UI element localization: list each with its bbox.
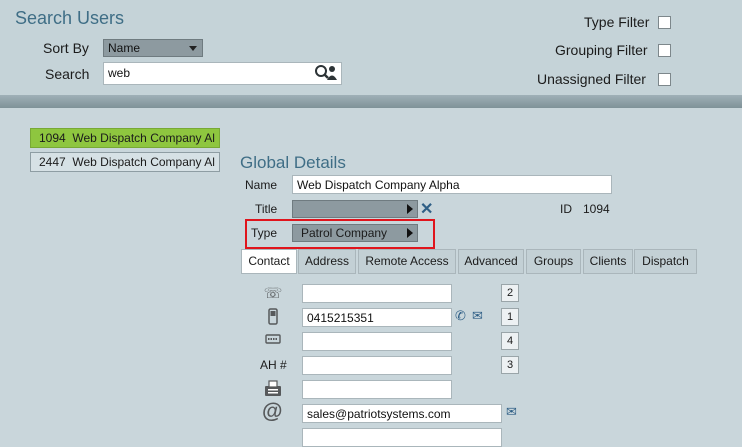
title-label: Title	[255, 202, 278, 216]
name-field[interactable]: Web Dispatch Company Alpha	[292, 175, 612, 194]
pager-field[interactable]	[302, 332, 452, 351]
type-filter-label: Type Filter	[584, 14, 650, 30]
search-title: Search Users	[15, 8, 125, 28]
email-at-icon: @	[262, 400, 283, 423]
type-filter-checkbox[interactable]	[658, 16, 671, 29]
tab-dispatch[interactable]: Dispatch	[634, 249, 697, 274]
clear-title-icon[interactable]: ✕	[420, 199, 433, 219]
search-label: Search	[45, 66, 90, 82]
sms-envelope-icon[interactable]: ✉	[472, 308, 483, 324]
result-name: Web Dispatch Company Al	[72, 155, 215, 169]
sort-by-label: Sort By	[43, 40, 89, 56]
sort-by-value: Name	[108, 41, 141, 55]
chevron-down-icon	[189, 46, 197, 51]
tab-advanced[interactable]: Advanced	[458, 249, 524, 274]
after-hours-label: AH #	[260, 358, 287, 372]
search-users-icon[interactable]	[314, 64, 338, 87]
send-email-icon[interactable]: ✉	[506, 404, 517, 420]
phone-priority[interactable]: 2	[501, 284, 519, 302]
panel-divider[interactable]	[0, 95, 742, 108]
phone-field[interactable]	[302, 284, 452, 303]
mobile-field[interactable]: 0415215351	[302, 308, 452, 327]
pager-priority[interactable]: 4	[501, 332, 519, 350]
highlight-box	[245, 219, 435, 249]
grouping-filter-label: Grouping Filter	[555, 42, 648, 58]
result-item-1094[interactable]: 1094 Web Dispatch Company Al	[30, 128, 220, 148]
email-field[interactable]: sales@patriotsystems.com	[302, 404, 502, 423]
mobile-phone-icon	[263, 308, 283, 329]
tab-clients[interactable]: Clients	[583, 249, 633, 274]
call-icon[interactable]: ✆	[455, 308, 466, 324]
grouping-filter-checkbox[interactable]	[658, 44, 671, 57]
search-input[interactable]: web	[103, 62, 342, 85]
after-hours-priority[interactable]: 3	[501, 356, 519, 374]
title-select[interactable]	[292, 200, 418, 218]
id-value: 1094	[583, 202, 610, 216]
id-label: ID	[560, 202, 572, 216]
fax-icon	[263, 380, 283, 401]
search-input-value: web	[108, 66, 131, 80]
name-value: Web Dispatch Company Alpha	[297, 178, 460, 192]
unassigned-filter-label: Unassigned Filter	[537, 71, 646, 87]
sort-by-select[interactable]: Name	[103, 39, 203, 57]
pager-icon	[263, 332, 283, 349]
fax-field[interactable]	[302, 380, 452, 399]
result-id: 1094	[39, 131, 66, 145]
triangle-right-icon	[407, 204, 413, 214]
email-value: sales@patriotsystems.com	[307, 407, 451, 421]
result-id: 2447	[39, 155, 66, 169]
unassigned-filter-checkbox[interactable]	[658, 73, 671, 86]
result-name: Web Dispatch Company Al	[72, 131, 215, 145]
phone-handset-icon: ☏	[263, 285, 283, 302]
mobile-priority[interactable]: 1	[501, 308, 519, 326]
after-hours-field[interactable]	[302, 356, 452, 375]
mobile-value: 0415215351	[307, 311, 374, 325]
result-item-2447[interactable]: 2447 Web Dispatch Company Al	[30, 152, 220, 172]
tab-groups[interactable]: Groups	[526, 249, 581, 274]
name-label: Name	[245, 178, 278, 192]
details-title: Global Details	[240, 153, 346, 172]
tab-contact[interactable]: Contact	[241, 249, 297, 274]
tab-remote-access[interactable]: Remote Access	[358, 249, 456, 274]
tab-address[interactable]: Address	[298, 249, 356, 274]
